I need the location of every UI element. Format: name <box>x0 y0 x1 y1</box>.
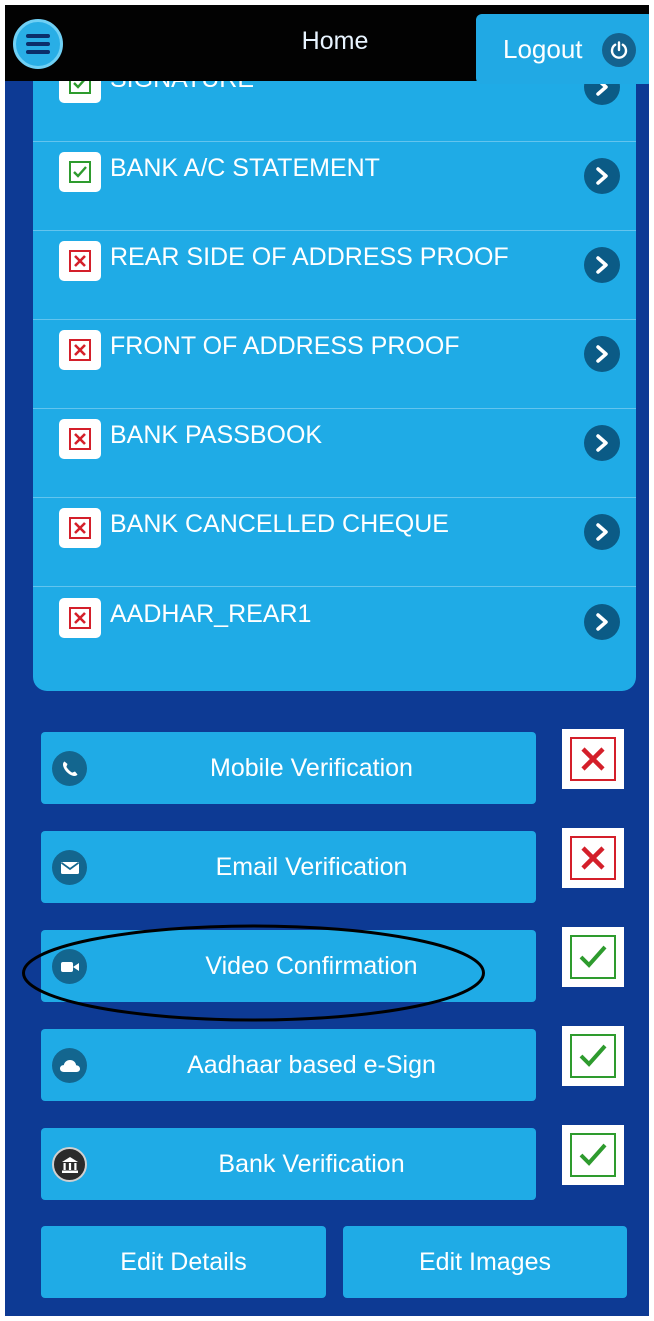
status-check-icon <box>562 927 624 987</box>
mobile-verification-button[interactable]: Mobile Verification <box>41 732 536 804</box>
document-label: FRONT OF ADDRESS PROOF <box>110 332 460 360</box>
document-label: REAR SIDE OF ADDRESS PROOF <box>110 243 509 271</box>
app-screen: Home SIGNATURE BANK A/C STATEMENT <box>5 5 649 1316</box>
document-row-bank-passbook[interactable]: BANK PASSBOOK <box>33 409 636 498</box>
document-label: SIGNATURE <box>110 81 254 94</box>
document-row-signature[interactable]: SIGNATURE <box>33 81 636 142</box>
envelope-icon <box>52 850 87 885</box>
edit-details-button[interactable]: Edit Details <box>41 1226 326 1298</box>
cross-icon <box>59 419 101 459</box>
document-row-cancelled-cheque[interactable]: BANK CANCELLED CHEQUE <box>33 498 636 587</box>
chevron-right-icon[interactable] <box>584 514 620 550</box>
document-label: BANK A/C STATEMENT <box>110 154 380 182</box>
cross-icon <box>59 508 101 548</box>
chevron-right-icon[interactable] <box>584 425 620 461</box>
status-cross-icon <box>562 729 624 789</box>
phone-icon <box>52 751 87 786</box>
verification-label: Mobile Verification <box>210 754 413 782</box>
document-label: BANK CANCELLED CHEQUE <box>110 510 449 538</box>
document-row-aadhar-rear[interactable]: AADHAR_REAR1 <box>33 588 636 677</box>
cross-icon <box>59 241 101 281</box>
status-check-icon <box>562 1125 624 1185</box>
video-camera-icon <box>52 949 87 984</box>
status-check-icon <box>562 1026 624 1086</box>
cross-icon <box>59 598 101 638</box>
bank-verification-button[interactable]: Bank Verification <box>41 1128 536 1200</box>
verification-label: Bank Verification <box>218 1150 405 1178</box>
hamburger-menu-icon[interactable] <box>13 19 63 69</box>
chevron-right-icon[interactable] <box>584 158 620 194</box>
logout-label: Logout <box>503 33 583 64</box>
chevron-right-icon[interactable] <box>584 247 620 283</box>
document-row-bank-statement[interactable]: BANK A/C STATEMENT <box>33 142 636 231</box>
email-verification-button[interactable]: Email Verification <box>41 831 536 903</box>
checked-icon <box>59 152 101 192</box>
document-row-front-address-proof[interactable]: FRONT OF ADDRESS PROOF <box>33 320 636 409</box>
bank-icon <box>52 1147 87 1182</box>
documents-list: SIGNATURE BANK A/C STATEMENT REAR SIDE O… <box>33 81 636 691</box>
checked-icon <box>59 81 101 103</box>
page-title: Home <box>301 27 369 55</box>
document-label: AADHAR_REAR1 <box>110 600 312 628</box>
chevron-right-icon[interactable] <box>584 81 620 105</box>
chevron-right-icon[interactable] <box>584 604 620 640</box>
video-confirmation-button[interactable]: Video Confirmation <box>41 930 536 1002</box>
cross-icon <box>59 330 101 370</box>
verification-label: Email Verification <box>215 853 408 881</box>
logout-button[interactable]: Logout <box>476 14 649 84</box>
aadhaar-esign-button[interactable]: Aadhaar based e-Sign <box>41 1029 536 1101</box>
cloud-icon <box>52 1048 87 1083</box>
document-row-rear-address-proof[interactable]: REAR SIDE OF ADDRESS PROOF <box>33 231 636 320</box>
power-icon <box>602 33 636 67</box>
verification-label: Aadhaar based e-Sign <box>187 1051 436 1079</box>
edit-images-button[interactable]: Edit Images <box>343 1226 627 1298</box>
document-label: BANK PASSBOOK <box>110 421 323 449</box>
verification-label: Video Confirmation <box>205 952 418 980</box>
status-cross-icon <box>562 828 624 888</box>
chevron-right-icon[interactable] <box>584 336 620 372</box>
